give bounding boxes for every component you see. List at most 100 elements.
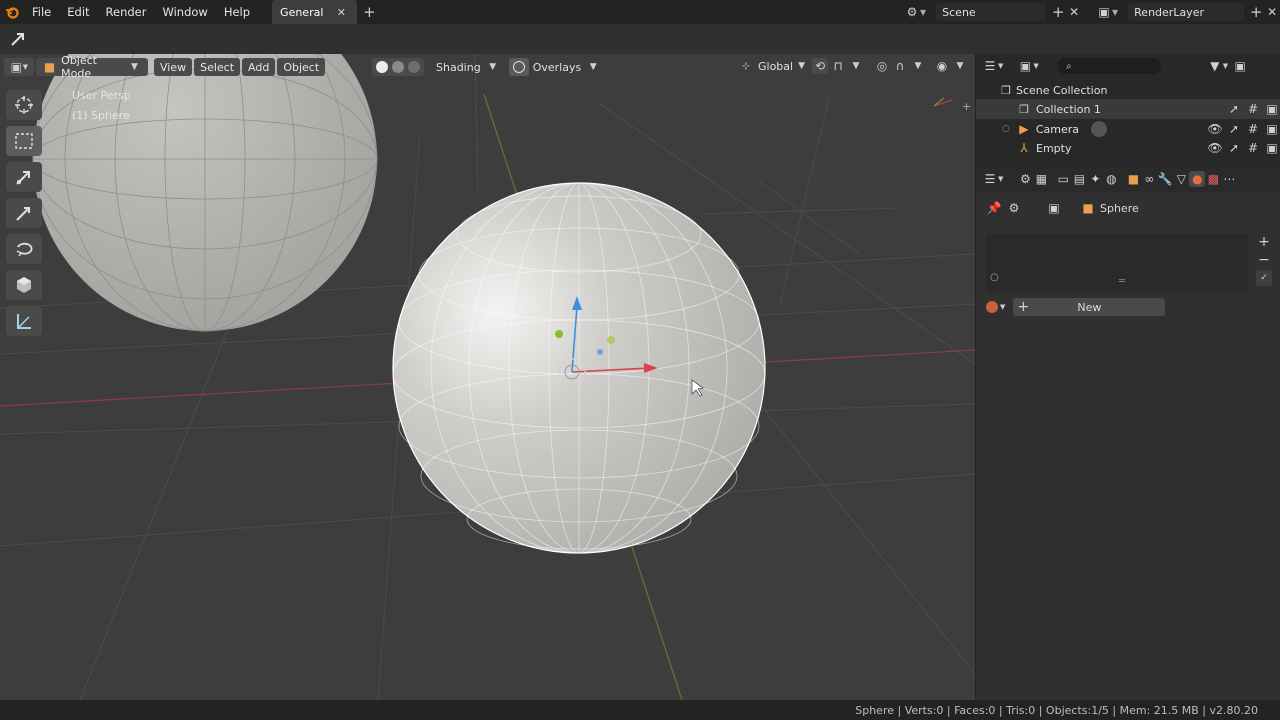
tool-tab-icon[interactable]: ⚙ bbox=[1017, 171, 1033, 187]
chevron-down-icon[interactable]: ▼ bbox=[848, 58, 864, 74]
3d-viewport[interactable]: + ▣ ▼ ■ Object Mode ▼ View Select Add Obj… bbox=[0, 54, 975, 700]
remove-slot-icon[interactable]: − bbox=[1256, 252, 1272, 268]
renderlayer-selector[interactable]: ▣ ▼ RenderLayer + ✕ bbox=[1096, 3, 1280, 21]
viewport-overlay-text: User Persp (1) Sphere bbox=[72, 86, 131, 125]
new-material-button[interactable]: + New bbox=[1013, 298, 1166, 316]
solid-shading-icon[interactable] bbox=[376, 61, 388, 73]
add-renderlayer-icon[interactable]: + bbox=[1248, 3, 1264, 21]
select-toggle-icon[interactable]: ➚ bbox=[1226, 140, 1242, 156]
outliner-row-camera[interactable]: ○ ▶ Camera 👁 ➚ # ▣ bbox=[976, 119, 1280, 139]
scale-tool[interactable] bbox=[6, 270, 42, 300]
new-collection-icon[interactable]: ▣ bbox=[1232, 58, 1248, 74]
world-tab-icon[interactable]: ◍ bbox=[1103, 171, 1119, 187]
workspace-tab-general[interactable]: General ✕ bbox=[272, 0, 358, 24]
remove-renderlayer-icon[interactable]: ✕ bbox=[1264, 4, 1280, 20]
viewport-scene[interactable]: + bbox=[0, 54, 975, 700]
viewport-disable-icon[interactable]: # bbox=[1245, 101, 1261, 117]
texture-tab-icon[interactable]: ▩ bbox=[1205, 171, 1221, 187]
outliner-row-scene-collection[interactable]: ❒ Scene Collection bbox=[976, 80, 1280, 100]
transform-orientation-dropdown[interactable]: ⊹ Global ▼ bbox=[734, 58, 810, 74]
viewport-disable-icon[interactable]: # bbox=[1245, 121, 1261, 137]
mode-dropdown[interactable]: ■ Object Mode ▼ bbox=[36, 54, 148, 80]
modifier-tab-icon[interactable]: 🔧 bbox=[1157, 171, 1173, 187]
measure-tool[interactable] bbox=[6, 306, 42, 336]
properties-breadcrumb: 📌 ⚙ ▣ ■ Sphere bbox=[986, 200, 1139, 216]
render-disable-icon[interactable]: ▣ bbox=[1264, 140, 1280, 156]
scene-collection-label: Scene Collection bbox=[1016, 83, 1108, 97]
viewport-disable-icon[interactable]: # bbox=[1245, 140, 1261, 156]
menu-file[interactable]: File bbox=[24, 0, 59, 24]
proportional-edit-icon[interactable]: ◎ bbox=[874, 58, 890, 74]
render-disable-icon[interactable]: ▣ bbox=[1264, 101, 1280, 117]
add-scene-icon[interactable]: + bbox=[1050, 3, 1066, 21]
add-menu-label: Add bbox=[248, 60, 270, 74]
scene-tab-icon[interactable]: ✦ bbox=[1087, 171, 1103, 187]
chevron-down-icon[interactable]: ▼ bbox=[910, 58, 926, 74]
outliner-row-empty[interactable]: ⅄ Empty 👁 ➚ # ▣ bbox=[976, 138, 1280, 158]
visibility-icon[interactable]: ◉ bbox=[934, 58, 950, 74]
select-toggle-icon[interactable]: ➚ bbox=[1226, 101, 1242, 117]
menu-window[interactable]: Window bbox=[154, 0, 215, 24]
shading-dropdown[interactable]: Shading ▼ bbox=[432, 59, 505, 75]
pin-icon[interactable]: 📌 bbox=[986, 200, 1002, 216]
object-menu[interactable]: Object bbox=[277, 58, 326, 76]
menu-render[interactable]: Render bbox=[98, 0, 155, 24]
object-tab-icon[interactable]: ■ bbox=[1125, 171, 1141, 187]
add-workspace-icon[interactable]: + bbox=[361, 3, 377, 21]
falloff-icon[interactable]: ∩ bbox=[892, 58, 908, 74]
remove-scene-icon[interactable]: ✕ bbox=[1066, 4, 1082, 20]
material-slot-list[interactable]: ○ ═ bbox=[986, 234, 1248, 292]
cursor-tool[interactable] bbox=[6, 90, 42, 120]
annotate-tool[interactable] bbox=[6, 198, 42, 228]
rotate-tool[interactable] bbox=[6, 234, 42, 264]
particles-tab-icon[interactable]: ⋯ bbox=[1221, 171, 1237, 187]
constraints-tab-icon[interactable]: ∞ bbox=[1141, 171, 1157, 187]
select-box-tool[interactable] bbox=[6, 126, 42, 156]
material-shading-icon[interactable] bbox=[392, 61, 404, 73]
material-tab-icon[interactable]: ● bbox=[1189, 171, 1206, 187]
eye-icon[interactable]: 👁 bbox=[1207, 121, 1223, 137]
snap-icon[interactable]: ⊓ bbox=[830, 58, 846, 74]
shading-mode-buttons[interactable] bbox=[372, 58, 424, 76]
orientation-icon: ⊹ bbox=[741, 60, 751, 72]
scene-selector[interactable]: ⚙ ▼ Scene + ✕ bbox=[904, 3, 1082, 21]
rendered-shading-icon[interactable] bbox=[408, 61, 420, 73]
output-tab-icon[interactable]: ▭ bbox=[1055, 171, 1071, 187]
menu-edit[interactable]: Edit bbox=[59, 0, 97, 24]
rotate-icon bbox=[16, 242, 33, 257]
slot-menu-icon[interactable]: ✓ bbox=[1256, 270, 1272, 286]
active-tool-icon[interactable] bbox=[8, 29, 28, 52]
selected-sphere[interactable] bbox=[392, 182, 766, 554]
overlays-toggle[interactable] bbox=[508, 58, 529, 76]
move-tool[interactable] bbox=[6, 162, 42, 192]
select-toggle-icon[interactable]: ➚ bbox=[1226, 121, 1242, 137]
editor-type-button[interactable]: ▣ ▼ bbox=[4, 58, 34, 76]
renderlayer-name-field[interactable]: RenderLayer bbox=[1128, 3, 1245, 21]
view-menu[interactable]: View bbox=[154, 58, 193, 76]
render-disable-icon[interactable]: ▣ bbox=[1264, 121, 1280, 137]
scene-name-field[interactable]: Scene bbox=[936, 3, 1047, 21]
close-icon[interactable]: ✕ bbox=[333, 4, 349, 20]
display-mode-icon[interactable]: ▣ bbox=[1017, 58, 1033, 74]
pivot-icon[interactable]: ⟲ bbox=[812, 58, 828, 74]
add-menu[interactable]: Add bbox=[242, 58, 276, 76]
camera-data-icon[interactable] bbox=[1091, 121, 1108, 137]
add-slot-icon[interactable]: + bbox=[1256, 234, 1272, 250]
blender-logo-icon[interactable] bbox=[0, 0, 24, 24]
menu-help[interactable]: Help bbox=[216, 0, 258, 24]
outliner-editor-icon[interactable]: ☰ bbox=[982, 58, 998, 74]
navigation-gizmo[interactable]: + bbox=[933, 97, 971, 113]
outliner-row-collection-1[interactable]: ❒ Collection 1 ➚ # ▣ bbox=[976, 99, 1280, 119]
view-layer-tab-icon[interactable]: ▤ bbox=[1071, 171, 1087, 187]
overlays-dropdown[interactable]: Overlays ▼ bbox=[529, 59, 606, 75]
filter-icon[interactable]: ▼ bbox=[1207, 58, 1223, 74]
properties-editor-icon[interactable]: ☰ bbox=[982, 171, 998, 187]
resize-handle-icon[interactable]: ═ bbox=[1119, 276, 1125, 287]
chevron-down-icon[interactable]: ▼ bbox=[952, 58, 968, 74]
material-browse-icon[interactable]: ▼ bbox=[986, 301, 1005, 313]
data-tab-icon[interactable]: ▽ bbox=[1173, 171, 1189, 187]
outliner-search-input[interactable]: ⌕ bbox=[1056, 58, 1161, 74]
eye-icon[interactable]: 👁 bbox=[1207, 140, 1223, 156]
select-menu[interactable]: Select bbox=[194, 58, 241, 76]
render-tab-icon[interactable]: ▦ bbox=[1033, 171, 1049, 187]
